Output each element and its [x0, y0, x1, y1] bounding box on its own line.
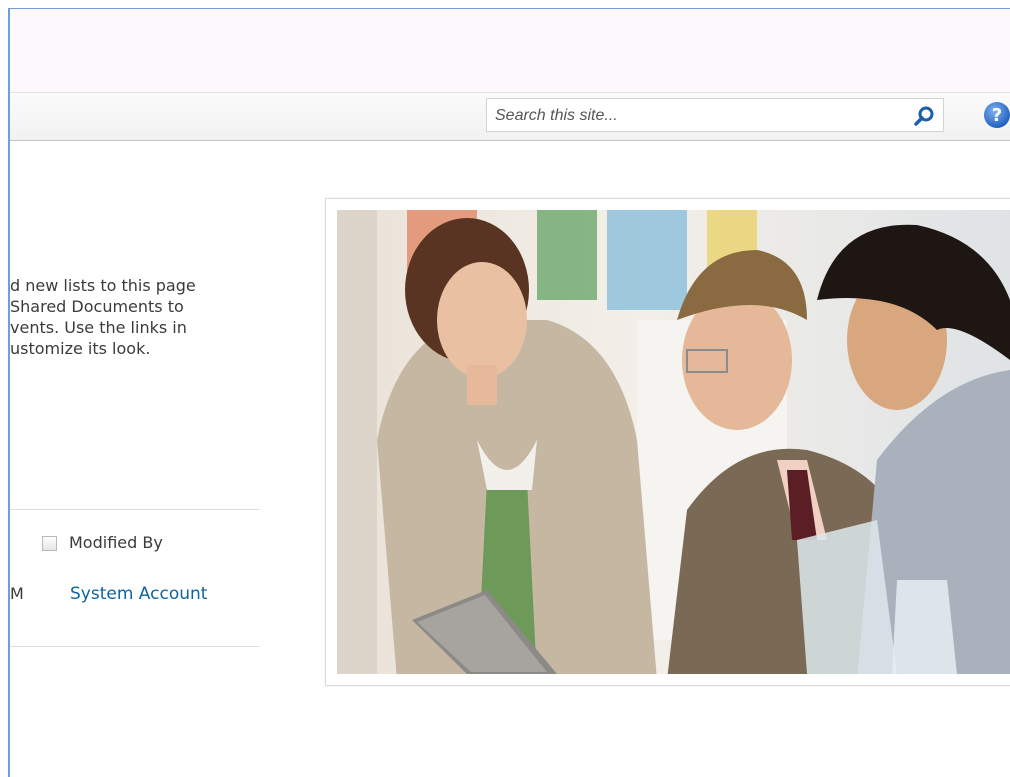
welcome-line: Shared Documents to — [10, 297, 184, 316]
photo-illustration — [337, 210, 1010, 674]
modified-by-link[interactable]: System Account — [70, 584, 207, 604]
team-photo — [337, 210, 1010, 674]
truncated-modified-cell: M — [10, 584, 24, 603]
column-header-label: Modified By — [69, 533, 163, 552]
column-checkbox[interactable] — [42, 536, 57, 551]
help-icon[interactable]: ? — [982, 100, 1010, 130]
welcome-line: vents. Use the links in — [10, 318, 187, 337]
site-header — [10, 9, 1010, 92]
welcome-description: d new lists to this page Shared Document… — [0, 275, 260, 359]
welcome-line: d new lists to this page — [10, 276, 196, 295]
list-divider-bottom — [10, 646, 260, 647]
search-input[interactable] — [493, 100, 897, 132]
search-icon[interactable] — [913, 105, 935, 127]
welcome-line: ustomize its look. — [10, 339, 151, 358]
svg-text:?: ? — [992, 105, 1002, 126]
list-divider-top — [10, 509, 260, 510]
search-box — [486, 98, 944, 132]
